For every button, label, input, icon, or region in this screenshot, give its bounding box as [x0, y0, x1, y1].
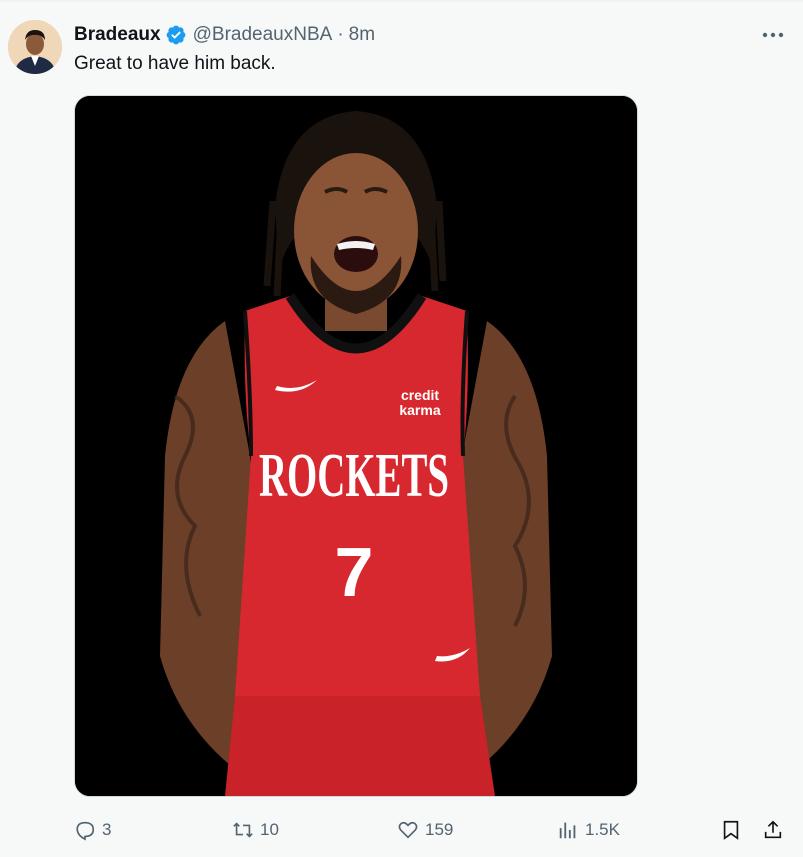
- tweet-text: Great to have him back.: [74, 53, 276, 74]
- jersey-team-name: ROCKETS: [259, 442, 449, 510]
- author-handle[interactable]: @BradeauxNBA: [193, 24, 333, 46]
- tweet-header: Bradeaux @BradeauxNBA · 8m: [74, 22, 375, 48]
- reply-count: 3: [102, 820, 112, 839]
- views-button[interactable]: 1.5K: [557, 812, 620, 848]
- tweet-timestamp[interactable]: 8m: [349, 24, 375, 46]
- more-options-icon[interactable]: [760, 25, 786, 45]
- author-avatar[interactable]: [8, 20, 62, 74]
- bookmark-icon: [723, 820, 739, 840]
- share-icon: [764, 820, 782, 839]
- top-divider: [0, 0, 803, 2]
- verified-badge-icon[interactable]: [165, 24, 187, 46]
- views-icon: [559, 822, 576, 839]
- reply-icon: [76, 821, 95, 841]
- bookmark-button[interactable]: [720, 812, 742, 848]
- reply-button[interactable]: 3: [74, 812, 111, 848]
- jersey-number: 7: [335, 533, 374, 611]
- retweet-count: 10: [260, 820, 279, 839]
- tweet-media-photo[interactable]: credit karma ROCKETS 7: [74, 95, 638, 797]
- like-button[interactable]: 159: [397, 812, 453, 848]
- jersey-sponsor: karma: [399, 402, 440, 418]
- separator-dot: ·: [337, 24, 344, 45]
- retweet-icon: [233, 822, 253, 838]
- views-count: 1.5K: [585, 820, 620, 839]
- tweet-actions-bar: 3 10 159 1.5K: [0, 812, 803, 848]
- author-name[interactable]: Bradeaux: [74, 24, 161, 46]
- avatar-image: [8, 20, 62, 74]
- jersey-sponsor: credit: [401, 387, 439, 403]
- share-button[interactable]: [762, 812, 784, 848]
- retweet-button[interactable]: 10: [232, 812, 279, 848]
- player-photo: credit karma ROCKETS 7: [75, 96, 637, 796]
- like-icon: [398, 821, 418, 839]
- like-count: 159: [425, 820, 454, 839]
